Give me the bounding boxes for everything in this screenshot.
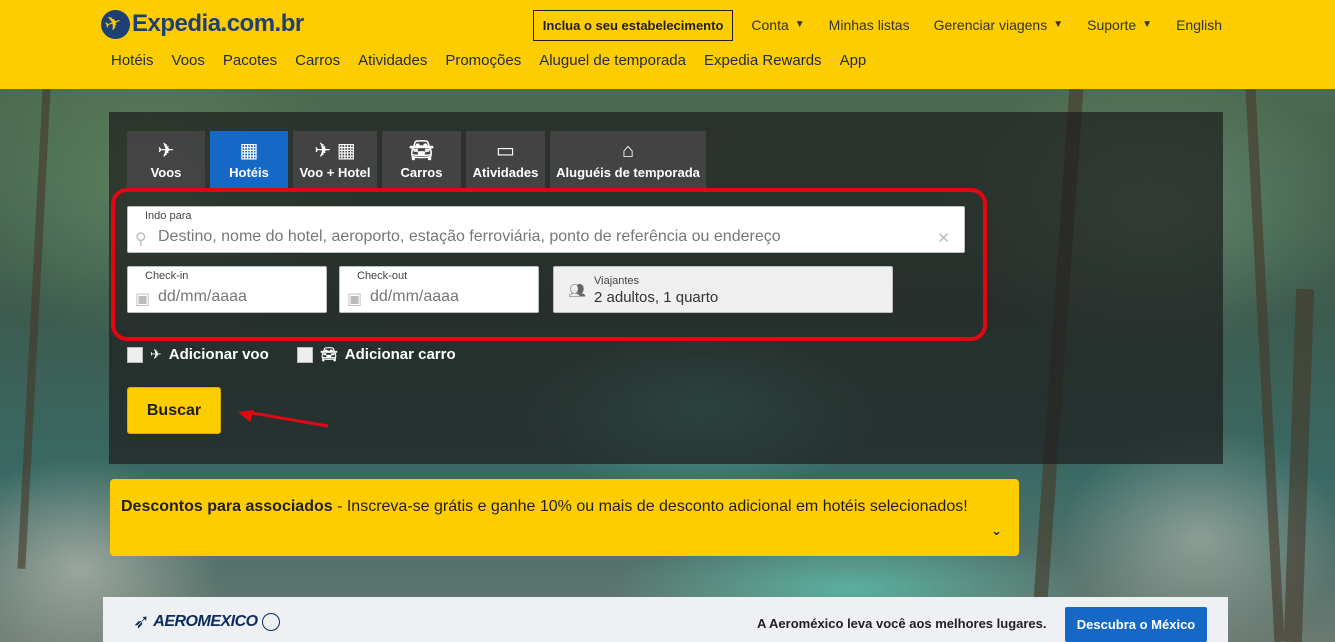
annotation-arrow xyxy=(238,410,329,428)
eagle-logo-icon: ➶ xyxy=(133,611,150,633)
seal-icon xyxy=(261,612,280,631)
ad-text: A Aeroméxico leva você aos melhores luga… xyxy=(757,616,1047,631)
nav-deals[interactable]: Promoções xyxy=(445,52,521,69)
top-nav: Inclua o seu estabelecimento Conta ▼ Minh… xyxy=(532,9,1335,41)
main-nav: Hotéis Voos Pacotes Carros Atividades Pr… xyxy=(111,52,884,69)
chevron-down-icon: ▼ xyxy=(1053,18,1064,30)
airplane-icon: ✈ xyxy=(157,139,175,162)
nav-app[interactable]: App xyxy=(840,52,867,69)
top-link-lists[interactable]: Minhas listas xyxy=(829,17,910,33)
car-icon: 🚘︎ xyxy=(320,346,338,362)
logo-text: Expedia.com.br xyxy=(132,10,304,37)
chevron-down-icon: ▼ xyxy=(794,18,805,30)
add-flight-label: Adicionar voo xyxy=(168,346,269,363)
car-icon: 🚘︎ xyxy=(408,139,435,162)
add-flight-option[interactable]: ✈ Adicionar voo xyxy=(127,346,269,363)
nav-vacation-rentals[interactable]: Aluguel de temporada xyxy=(539,52,686,69)
tab-flight-hotel[interactable]: ✈ ▦ Voo + Hotel xyxy=(293,131,377,188)
chevron-down-icon[interactable]: ⌄ xyxy=(991,519,1002,542)
top-link-support[interactable]: Suporte ▼ xyxy=(1087,17,1152,33)
promo-title: Descontos para associados xyxy=(121,498,333,515)
house-icon: ⌂ xyxy=(621,139,635,162)
tab-cars[interactable]: 🚘︎ Carros xyxy=(382,131,461,188)
building-icon: ▦ xyxy=(239,139,259,162)
tab-vacation-rentals[interactable]: ⌂ Aluguéis de temporada xyxy=(550,131,706,188)
tab-hotels[interactable]: ▦ Hotéis xyxy=(210,131,288,188)
discover-mexico-button[interactable]: Descubra o México xyxy=(1065,607,1207,642)
nav-hotels[interactable]: Hotéis xyxy=(111,52,154,69)
promo-text: - Inscreva-se grátis e ganhe 10% ou mais… xyxy=(332,498,968,515)
airplane-building-icon: ✈ ▦ xyxy=(314,139,356,162)
tab-flights[interactable]: ✈ Voos xyxy=(127,131,205,188)
member-discount-banner[interactable]: Descontos para associados - Inscreva-se … xyxy=(110,479,1019,556)
nav-packages[interactable]: Pacotes xyxy=(223,52,277,69)
add-car-checkbox[interactable] xyxy=(297,346,313,363)
expedia-logo[interactable]: Expedia.com.br xyxy=(101,9,304,39)
ticket-icon: ▭ xyxy=(496,139,515,162)
chevron-down-icon: ▼ xyxy=(1142,18,1153,30)
top-link-manage-trips[interactable]: Gerenciar viagens ▼ xyxy=(934,17,1064,33)
nav-flights[interactable]: Voos xyxy=(172,52,205,69)
nav-activities[interactable]: Atividades xyxy=(358,52,427,69)
add-flight-checkbox[interactable] xyxy=(127,346,143,363)
header: Expedia.com.br Inclua o seu estabelecime… xyxy=(0,0,1335,89)
globe-plane-icon xyxy=(101,9,130,39)
top-link-account[interactable]: Conta ▼ xyxy=(751,17,804,33)
aeromexico-logo: ➶ AEROMEXICO xyxy=(133,609,280,634)
add-car-option[interactable]: 🚘︎ Adicionar carro xyxy=(297,346,456,363)
highlight-outline xyxy=(111,188,987,341)
tab-activities[interactable]: ▭ Atividades xyxy=(466,131,545,188)
search-tabs: ✈ Voos ▦ Hotéis ✈ ▦ Voo + Hotel 🚘︎ Carro… xyxy=(127,131,711,188)
aeromexico-ad[interactable]: ➶ AEROMEXICO A Aeroméxico leva você aos … xyxy=(103,597,1228,642)
add-car-label: Adicionar carro xyxy=(344,346,456,363)
nav-rewards[interactable]: Expedia Rewards xyxy=(704,52,822,69)
nav-cars[interactable]: Carros xyxy=(295,52,340,69)
top-link-language[interactable]: English xyxy=(1176,17,1222,33)
airplane-icon: ✈ xyxy=(150,346,162,362)
list-property-button[interactable]: Inclua o seu estabelecimento xyxy=(532,9,734,41)
search-button[interactable]: Buscar xyxy=(127,387,221,434)
